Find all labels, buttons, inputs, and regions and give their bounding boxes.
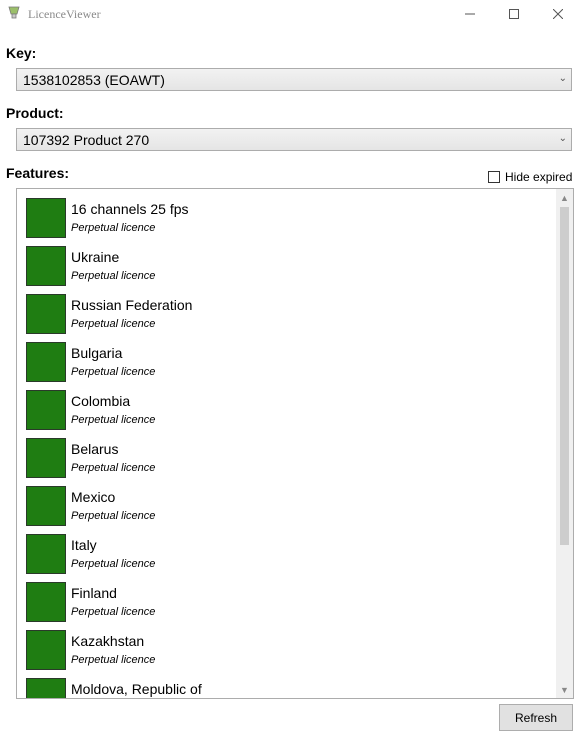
feature-name: Finland [71, 585, 117, 601]
feature-name: Bulgaria [71, 345, 123, 361]
feature-status: Perpetual licence [71, 654, 156, 666]
scroll-down-icon[interactable]: ▼ [556, 681, 573, 698]
list-item[interactable]: Mexico Perpetual licence [17, 477, 557, 526]
feature-status-swatch [26, 486, 66, 526]
feature-status: Perpetual licence [71, 558, 156, 570]
minimize-icon[interactable] [448, 0, 492, 28]
feature-name: Colombia [71, 393, 131, 409]
key-value: 1538102853 (EOAWT) [23, 72, 165, 88]
features-items: 16 channels 25 fps Perpetual licence Ukrai… [17, 189, 557, 698]
scrollbar[interactable]: ▲ ▼ [556, 189, 573, 698]
feature-name: 16 channels 25 fps [71, 201, 189, 217]
feature-name: Mexico [71, 489, 116, 505]
feature-status-swatch [26, 534, 66, 574]
list-item[interactable]: 16 channels 25 fps Perpetual licence [17, 189, 557, 238]
feature-status-swatch [26, 630, 66, 670]
feature-status-swatch [26, 678, 66, 698]
feature-name: Ukraine [71, 249, 120, 265]
product-dropdown[interactable]: 107392 Product 270 ⌄ [16, 128, 572, 151]
feature-status: Perpetual licence [71, 606, 156, 618]
key-label: Key: [6, 45, 37, 61]
feature-status: Perpetual licence [71, 270, 156, 282]
checkbox-icon[interactable] [488, 171, 500, 183]
feature-name: Moldova, Republic of [71, 681, 202, 697]
list-item[interactable]: Italy Perpetual licence [17, 525, 557, 574]
feature-status: Perpetual licence [71, 222, 156, 234]
feature-status-swatch [26, 246, 66, 286]
feature-status-swatch [26, 294, 66, 334]
list-item[interactable]: Kazakhstan Perpetual licence [17, 621, 557, 670]
feature-status-swatch [26, 582, 66, 622]
scroll-thumb[interactable] [560, 207, 569, 545]
feature-status-swatch [26, 438, 66, 478]
feature-name: Kazakhstan [71, 633, 145, 649]
list-item[interactable]: Bulgaria Perpetual licence [17, 333, 557, 382]
window-title: LicenceViewer [28, 7, 101, 21]
chevron-down-icon: ⌄ [558, 73, 567, 84]
feature-name: Belarus [71, 441, 119, 457]
feature-status: Perpetual licence [71, 510, 156, 522]
hide-expired-label: Hide expired [505, 170, 573, 184]
maximize-icon[interactable] [492, 0, 536, 28]
list-item[interactable]: Russian Federation Perpetual licence [17, 285, 557, 334]
key-dropdown[interactable]: 1538102853 (EOAWT) ⌄ [16, 68, 572, 91]
list-item[interactable]: Ukraine Perpetual licence [17, 237, 557, 286]
features-list[interactable]: 16 channels 25 fps Perpetual licence Ukrai… [16, 188, 574, 699]
hide-expired-checkbox[interactable]: Hide expired [488, 170, 572, 184]
feature-status-swatch [26, 342, 66, 382]
list-item[interactable]: Finland Perpetual licence [17, 573, 557, 622]
feature-status: Perpetual licence [71, 366, 156, 378]
feature-status-swatch [26, 390, 66, 430]
list-item[interactable]: Belarus Perpetual licence [17, 429, 557, 478]
chevron-down-icon: ⌄ [558, 133, 567, 144]
feature-status: Perpetual licence [71, 318, 156, 330]
product-label: Product: [6, 105, 64, 121]
list-item[interactable]: Colombia Perpetual licence [17, 381, 557, 430]
features-label: Features: [6, 165, 70, 181]
feature-status: Perpetual licence [71, 462, 156, 474]
feature-status-swatch [26, 198, 66, 238]
title-bar: LicenceViewer [0, 0, 580, 28]
scroll-up-icon[interactable]: ▲ [556, 189, 573, 206]
product-value: 107392 Product 270 [23, 132, 150, 148]
close-icon[interactable] [536, 0, 580, 28]
feature-status: Perpetual licence [71, 414, 156, 426]
feature-name: Russian Federation [71, 297, 193, 313]
refresh-button[interactable]: Refresh [499, 704, 573, 731]
feature-name: Italy [71, 537, 97, 553]
app-icon [8, 6, 20, 19]
list-item[interactable]: Moldova, Republic of [17, 669, 557, 698]
